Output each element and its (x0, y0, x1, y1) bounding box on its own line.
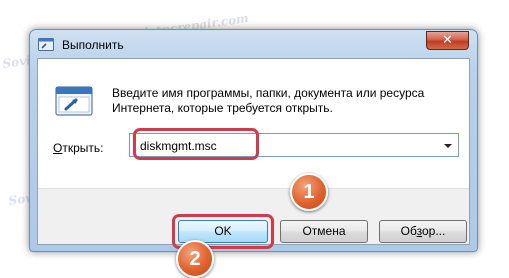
window-title: Выполнить (62, 38, 124, 52)
close-button[interactable]: ✕ (426, 31, 469, 50)
run-dialog-window: Выполнить ✕ Введите имя программы, папки… (29, 29, 478, 278)
close-icon: ✕ (442, 32, 453, 47)
title-bar[interactable]: Выполнить ✕ (30, 30, 477, 60)
chevron-down-icon[interactable] (444, 144, 452, 148)
dialog-prompt: Введите имя программы, папки, документа … (112, 86, 425, 115)
open-label-text: ткрыть: (62, 141, 104, 155)
step-2-badge: 2 (176, 240, 214, 278)
run-dialog-icon (55, 86, 93, 116)
open-field-label: Открыть: (53, 141, 103, 155)
browse-button[interactable]: Обзор... (379, 220, 467, 243)
cancel-button[interactable]: Отмена (280, 220, 368, 243)
run-app-icon (38, 38, 54, 51)
open-label-accelerator: О (53, 141, 63, 155)
field-highlight (133, 128, 259, 160)
step-1-badge: 1 (290, 173, 328, 211)
dialog-content: Введите имя программы, папки, документа … (38, 59, 469, 188)
browse-label-post: ор... (421, 224, 446, 238)
cancel-button-label: Отмена (302, 224, 346, 238)
dialog-client-area: Введите имя программы, папки, документа … (37, 58, 470, 278)
browse-label-pre: Об (400, 224, 417, 238)
